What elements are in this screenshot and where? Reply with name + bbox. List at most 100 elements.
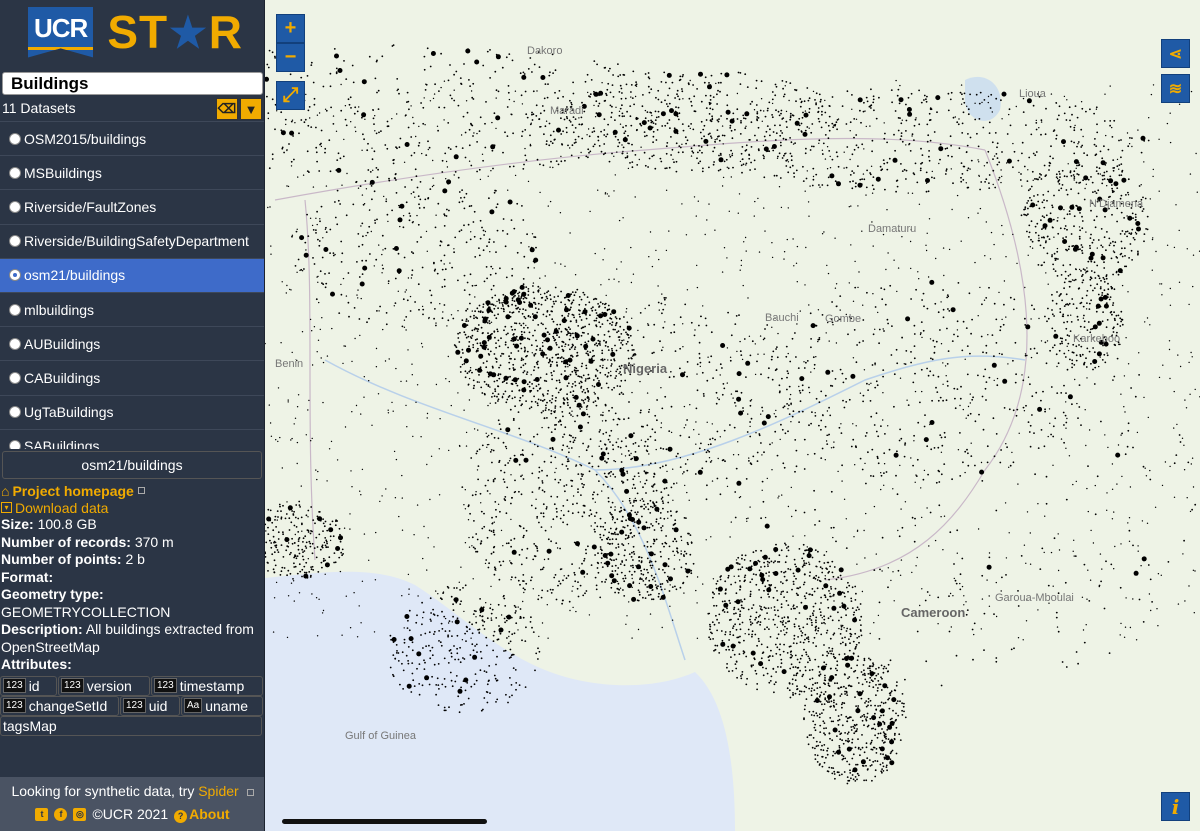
building-dot [1071, 298, 1074, 300]
radio-icon[interactable] [9, 406, 21, 419]
clear-filter-button[interactable]: ⌫ [216, 98, 238, 120]
building-dot [543, 133, 545, 136]
download-data-link[interactable]: ▾ Download data [0, 499, 264, 516]
building-dot [580, 478, 582, 480]
building-dot [838, 730, 841, 733]
building-dot [571, 563, 573, 565]
radio-icon[interactable] [9, 235, 21, 248]
building-dot [459, 331, 461, 334]
building-dot [843, 771, 846, 773]
about-link[interactable]: ? About [174, 806, 230, 823]
dataset-item[interactable]: mlbuildings [0, 293, 264, 328]
building-dot [626, 479, 629, 481]
dataset-item[interactable]: AUBuildings [0, 327, 264, 362]
radio-icon[interactable] [9, 132, 21, 145]
instagram-icon[interactable]: ◎ [73, 807, 87, 821]
building-dot [599, 546, 602, 548]
building-dot [838, 746, 841, 749]
dataset-item[interactable]: OSM2015/buildings [0, 122, 264, 157]
dataset-item[interactable]: Riverside/FaultZones [0, 190, 264, 225]
spider-link[interactable]: Spider [198, 783, 238, 799]
building-dot [713, 623, 716, 626]
building-dot [533, 63, 536, 66]
building-dot [649, 593, 652, 596]
building-dot [654, 119, 657, 121]
building-dot [616, 368, 619, 371]
building-dot [749, 590, 752, 593]
building-dot [659, 551, 662, 553]
building-dot [600, 387, 603, 389]
building-dot [577, 424, 583, 430]
star-icon: ★ [169, 8, 208, 56]
radio-icon[interactable] [9, 337, 21, 350]
building-dot [404, 142, 410, 147]
building-dot [606, 88, 609, 91]
building-dot [789, 667, 792, 670]
building-dot [600, 150, 603, 153]
building-dot [609, 441, 611, 443]
building-dot [622, 544, 625, 547]
building-dot [447, 146, 450, 149]
project-homepage-link[interactable]: ⌂ Project homepage [0, 482, 264, 499]
facebook-icon[interactable]: f [54, 807, 68, 821]
building-dot [272, 529, 275, 532]
dataset-item[interactable]: osm21/buildings [0, 258, 264, 293]
dataset-item[interactable]: Riverside/BuildingSafetyDepartment [0, 225, 264, 259]
building-dot [808, 563, 811, 566]
building-dot [286, 574, 288, 577]
dataset-search-input[interactable] [2, 72, 263, 95]
filter-button[interactable]: ▼ [240, 98, 262, 120]
building-dot [597, 303, 599, 305]
building-dot [889, 760, 895, 766]
building-dot [510, 352, 513, 354]
building-dot [361, 112, 367, 118]
radio-icon[interactable] [9, 440, 21, 449]
dataset-item[interactable]: CABuildings [0, 361, 264, 396]
building-dot [585, 309, 588, 312]
dataset-item[interactable]: SABuildings [0, 430, 264, 449]
radio-icon[interactable] [9, 371, 21, 384]
map-canvas[interactable] [265, 0, 1200, 831]
building-dot [766, 626, 768, 629]
building-dot [691, 169, 693, 172]
radio-icon[interactable] [9, 166, 21, 179]
building-dot [1048, 169, 1050, 171]
building-dot [512, 419, 515, 421]
building-dot [580, 494, 582, 496]
building-dot [1096, 264, 1099, 267]
building-dot [512, 165, 515, 168]
building-dot [624, 97, 627, 100]
app-logo[interactable]: UCR ST ★ R [0, 0, 264, 64]
building-dot [1103, 120, 1106, 122]
building-dot [890, 89, 893, 91]
dataset-item[interactable]: MSBuildings [0, 156, 264, 191]
building-dot [587, 400, 590, 402]
building-dot [472, 344, 475, 346]
building-dot [1021, 152, 1023, 155]
building-dot [883, 162, 886, 165]
building-dot [537, 302, 540, 305]
building-dot [703, 138, 709, 144]
radio-icon[interactable] [9, 200, 21, 213]
twitter-icon[interactable]: t [35, 807, 49, 821]
building-dot [842, 658, 845, 661]
building-dot [532, 558, 535, 561]
building-dot [610, 559, 613, 561]
building-dot [611, 501, 614, 504]
building-dot [1050, 145, 1052, 148]
dataset-item[interactable]: UgTaBuildings [0, 396, 264, 430]
building-dot [1058, 173, 1061, 175]
building-dot [592, 349, 594, 352]
building-dot [1070, 175, 1073, 177]
building-dot [1035, 128, 1038, 131]
building-dot [867, 768, 869, 770]
building-dot [641, 463, 644, 466]
radio-icon[interactable] [9, 269, 21, 282]
filter-icon: ▼ [244, 101, 258, 117]
map-view[interactable]: Nigeria Cameroon Benin N'Djamena Maradi … [265, 0, 1200, 831]
building-dot [1109, 120, 1112, 122]
building-dot [580, 569, 586, 575]
building-dot [793, 674, 795, 677]
building-dot [889, 694, 892, 696]
radio-icon[interactable] [9, 303, 21, 316]
